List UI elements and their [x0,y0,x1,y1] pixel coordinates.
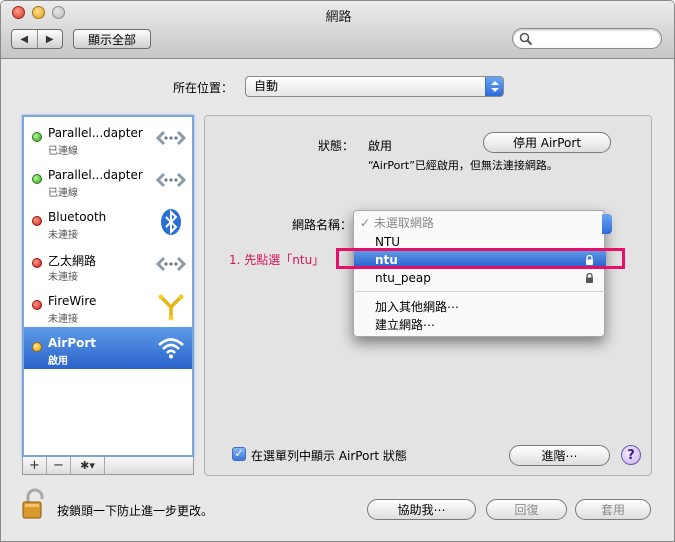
status-dot-red [32,300,42,310]
turn-off-airport-button[interactable]: 停用 AirPort [483,132,611,153]
network-name: NTU [375,235,401,249]
status-dot-yellow [32,342,42,352]
menu-item-network-selected[interactable]: ntu [354,251,606,269]
window-title: 網路 [325,10,352,25]
network-name: ntu [375,253,398,267]
back-forward-control: ◀ ▶ [11,29,63,49]
service-item[interactable]: 乙太網路 未連接 [24,243,192,285]
show-in-menubar-checkbox[interactable]: ✓ [232,447,246,461]
network-preferences-window: 網路 ◀ ▶ 顯示全部 所在位置： 自動 Parallel...dapter 已… [0,0,675,542]
status-label: 狀態： [318,139,355,153]
remove-service-button[interactable]: − [47,457,71,474]
service-name: FireWire [48,294,97,308]
service-item[interactable]: AirPort 啟用 [24,327,192,369]
network-name-menu[interactable]: ✓ 未選取網路 NTU ntu ntu_peap 加入其他網路⋯ 建立網路⋯ [353,210,612,337]
menu-item-create-network[interactable]: 建立網路⋯ [354,316,606,334]
menu-item-network[interactable]: NTU [354,233,606,251]
service-item[interactable]: FireWire 未連接 [24,285,192,327]
ethernet-icon [156,256,186,272]
service-status: 已連線 [48,146,78,157]
service-status: 未連接 [48,272,78,283]
lock-icon [586,273,593,283]
instruction-annotation: 1. 先點選「ntu」 [229,253,325,267]
help-button[interactable]: ? [621,445,641,465]
popup-arrows-icon [485,77,503,96]
title-toolbar: 網路 ◀ ▶ 顯示全部 [1,1,674,59]
service-name: AirPort [48,336,97,350]
service-status: 已連線 [48,188,78,199]
padlock-icon[interactable] [21,488,47,520]
show-all-button[interactable]: 顯示全部 [73,29,151,49]
ethernet-icon [156,172,186,188]
service-name: Bluetooth [48,210,107,224]
back-button[interactable]: ◀ [12,30,37,48]
service-item[interactable]: Parallel...dapter 已連線 [24,159,192,201]
firewire-icon [158,294,184,321]
search-icon [519,32,533,46]
wifi-icon [158,338,184,359]
advanced-button[interactable]: 進階⋯ [509,445,610,466]
network-name: ntu_peap [375,271,431,285]
status-dot-green [32,174,42,184]
status-dot-red [32,258,42,268]
gear-menu-button[interactable]: ✱▾ [71,457,105,474]
service-name: Parallel...dapter [48,168,143,182]
service-status: 未連接 [48,230,78,241]
show-in-menubar-label: 在選單列中顯示 AirPort 狀態 [251,449,407,463]
apply-button[interactable]: 套用 [575,499,651,520]
status-dot-red [32,216,42,226]
status-dot-green [32,132,42,142]
location-label: 所在位置： [173,81,234,95]
network-name-label: 網路名稱： [292,218,353,232]
service-name: 乙太網路 [48,254,97,268]
lock-icon [586,255,593,265]
status-note: “AirPort”已經啟用，但無法連接網路。 [368,159,558,172]
status-value: 啟用 [368,139,393,153]
ethernet-icon [156,130,186,146]
add-service-button[interactable]: + [23,457,47,474]
location-value: 自動 [254,79,279,93]
service-item[interactable]: Parallel...dapter 已連線 [24,117,192,159]
service-list: Parallel...dapter 已連線 Parallel...dapter … [22,115,194,457]
service-name: Parallel...dapter [48,126,143,140]
revert-button[interactable]: 回復 [486,499,567,520]
service-status: 啟用 [48,356,68,367]
service-item[interactable]: Bluetooth 未連接 [24,201,192,243]
menu-item-no-network[interactable]: ✓ 未選取網路 [354,214,606,232]
service-list-toolbar: + − ✱▾ [22,457,194,475]
assist-me-button[interactable]: 協助我⋯ [367,499,476,520]
menu-item-network[interactable]: ntu_peap [354,269,606,287]
lock-hint-text: 按鎖頭一下防止進一步更改。 [57,504,214,518]
menu-separator [355,291,605,292]
service-status: 未連接 [48,314,78,325]
forward-button[interactable]: ▶ [36,30,63,48]
bluetooth-icon [161,209,181,235]
location-popup[interactable]: 自動 [245,76,504,97]
menu-item-join-other[interactable]: 加入其他網路⋯ [354,298,606,316]
search-field[interactable] [512,28,662,49]
